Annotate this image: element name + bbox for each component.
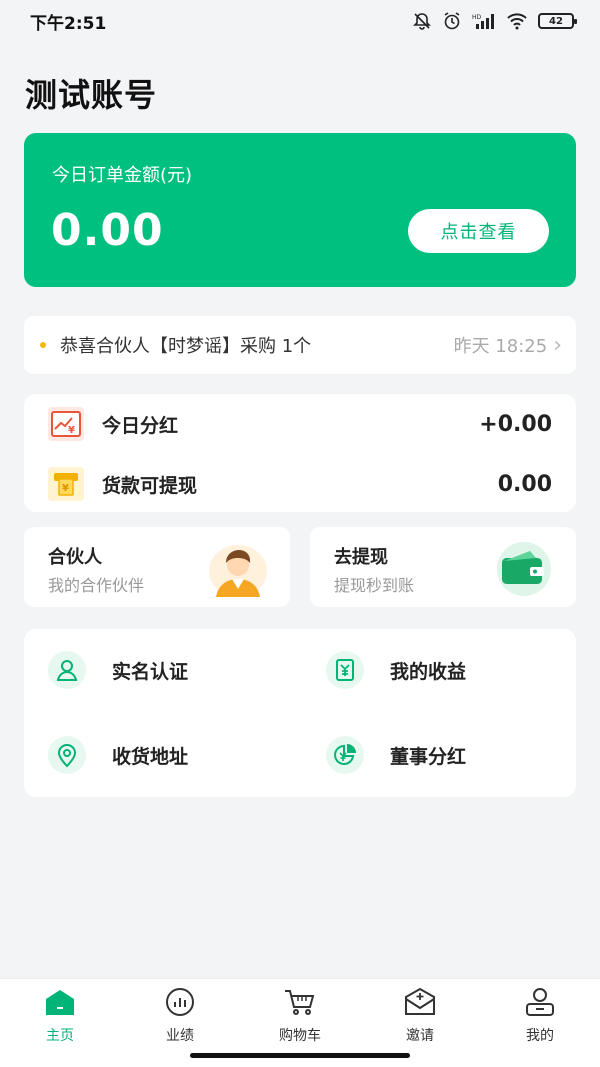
menu-item-income[interactable]: 我的收益	[326, 651, 466, 689]
menu-label: 收货地址	[112, 745, 189, 768]
menu-label: 董事分红	[390, 745, 467, 768]
menu-item-director-dividend[interactable]: 董事分红	[326, 736, 466, 774]
menu-label: 我的收益	[390, 660, 467, 683]
cart-icon	[282, 987, 318, 1021]
chart-yen-icon: ¥	[48, 407, 84, 441]
order-amount-card: 今日订单金额(元) 0.00 点击查看	[24, 133, 576, 287]
income-yen-icon	[326, 651, 364, 689]
status-bar: 下午2:51 HD 42	[0, 0, 600, 42]
signal-icon: HD	[472, 12, 496, 30]
nav-performance[interactable]: 业绩	[140, 987, 220, 1045]
wallet-icon	[494, 541, 554, 597]
atm-yen-icon: ¥	[48, 467, 84, 501]
status-icons: HD 42	[412, 11, 577, 31]
svg-text:¥: ¥	[62, 483, 69, 494]
profile-icon	[522, 987, 558, 1021]
purchase-notice[interactable]: 恭喜合伙人【时梦谣】采购 1个 昨天 18:25 ›	[24, 316, 576, 374]
status-time: 下午2:51	[30, 13, 107, 34]
earnings-row-withdrawable[interactable]: ¥ 货款可提现 0.00	[24, 464, 576, 504]
nav-label: 我的	[526, 1028, 554, 1044]
bell-muted-icon	[412, 11, 432, 31]
earnings-value: +0.00	[479, 411, 552, 437]
location-pin-icon	[48, 736, 86, 774]
invite-envelope-icon	[402, 987, 438, 1021]
withdraw-title: 去提现	[334, 547, 388, 568]
nav-label: 主页	[46, 1028, 74, 1044]
notice-text: 恭喜合伙人【时梦谣】采购 1个	[60, 336, 312, 357]
nav-profile[interactable]: 我的	[500, 987, 580, 1045]
partner-subtitle: 我的合作伙伴	[48, 576, 145, 595]
nav-label: 业绩	[166, 1028, 194, 1044]
partner-title: 合伙人	[48, 547, 102, 568]
home-icon	[42, 987, 78, 1021]
notice-dot	[40, 342, 46, 348]
notice-time: 昨天 18:25	[453, 336, 548, 357]
withdraw-subtitle: 提现秒到账	[334, 576, 415, 595]
home-indicator	[190, 1053, 410, 1058]
menu-card: 实名认证 我的收益 收货地址 董事分红	[24, 629, 576, 797]
earnings-row-dividend[interactable]: ¥ 今日分红 +0.00	[24, 404, 576, 444]
alarm-icon	[442, 11, 462, 31]
menu-item-real-name[interactable]: 实名认证	[48, 651, 188, 689]
menu-item-address[interactable]: 收货地址	[48, 736, 188, 774]
earnings-card: ¥ 今日分红 +0.00 ¥ 货款可提现 0.00	[24, 394, 576, 512]
order-amount-value: 0.00	[51, 205, 164, 256]
partner-card[interactable]: 合伙人 我的合作伙伴	[24, 527, 290, 607]
earnings-label: 货款可提现	[102, 474, 198, 497]
view-details-button[interactable]: 点击查看	[408, 209, 549, 253]
earnings-value: 0.00	[497, 471, 552, 497]
battery-icon: 42	[538, 13, 577, 29]
withdraw-card[interactable]: 去提现 提现秒到账	[310, 527, 576, 607]
order-amount-label: 今日订单金额(元)	[52, 165, 193, 186]
pie-yen-icon	[326, 736, 364, 774]
chevron-right-icon: ›	[553, 332, 562, 358]
svg-text:¥: ¥	[68, 425, 75, 436]
wifi-icon	[506, 12, 528, 30]
nav-invite[interactable]: 邀请	[380, 987, 460, 1045]
nav-label: 邀请	[406, 1028, 434, 1044]
page-title: 测试账号	[25, 76, 158, 114]
user-verify-icon	[48, 651, 86, 689]
menu-label: 实名认证	[112, 660, 189, 683]
partner-avatar-icon	[208, 541, 268, 597]
bar-chart-icon	[162, 987, 198, 1021]
nav-label: 购物车	[279, 1028, 321, 1044]
svg-text:HD: HD	[472, 14, 482, 21]
nav-home[interactable]: 主页	[20, 987, 100, 1045]
nav-cart[interactable]: 购物车	[260, 987, 340, 1045]
earnings-label: 今日分红	[102, 414, 179, 437]
